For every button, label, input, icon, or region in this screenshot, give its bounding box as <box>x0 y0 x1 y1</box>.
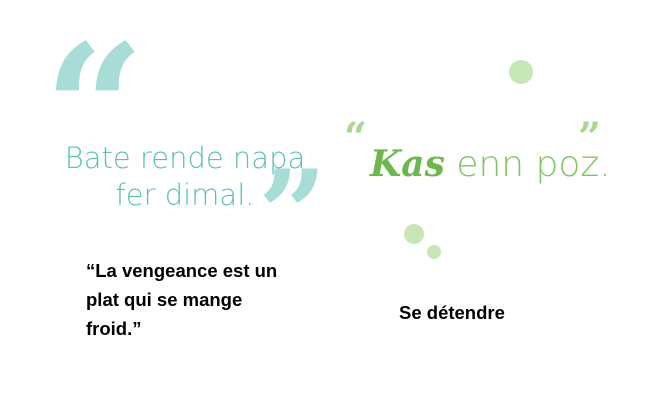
creole-proverb-left: Bate rende napa fer dimal. <box>60 140 310 214</box>
creole-proverb-emphasis: Kas <box>370 143 445 185</box>
open-quote-mark-icon: “ <box>344 114 367 161</box>
decorative-dot-icon <box>427 245 441 259</box>
french-translation-right: Se détendre <box>399 302 505 323</box>
creole-proverb-line: Bate rende napa <box>64 141 306 175</box>
creole-proverb-rest: enn poz. <box>444 144 611 185</box>
proverb-card-right <box>330 0 655 400</box>
french-translation-line: plat qui se mange <box>86 289 243 310</box>
creole-proverb-line: fer dimal. <box>115 178 255 212</box>
creole-proverb-right: Kas enn poz. <box>370 142 611 187</box>
french-translation-line: froid.” <box>86 318 142 339</box>
french-translation-left: “La vengeance est un plat qui se mange f… <box>86 256 326 343</box>
french-translation-line: “La vengeance est un <box>86 260 278 281</box>
decorative-dot-icon <box>404 224 424 244</box>
decorative-dot-icon <box>509 60 533 84</box>
